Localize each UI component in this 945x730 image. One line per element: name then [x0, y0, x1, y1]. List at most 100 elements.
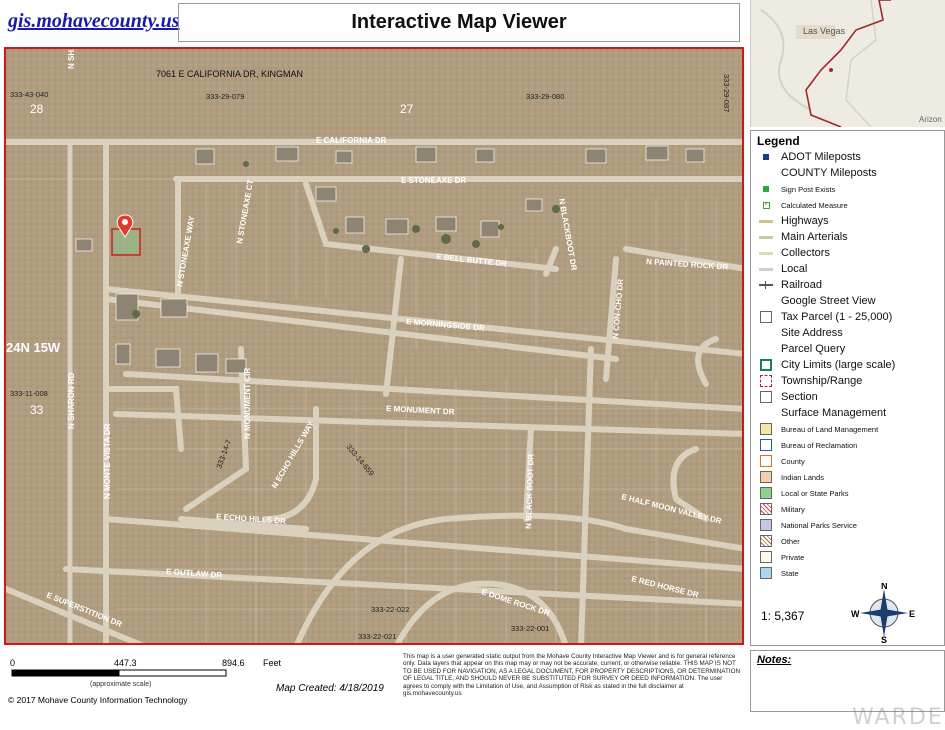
dashed-box-icon — [759, 375, 773, 387]
scale-label-2: 894.6 — [222, 658, 245, 668]
legend-item-label: Site Address — [781, 327, 843, 339]
legend-item-label: Railroad — [781, 279, 822, 291]
swatch-icon — [759, 487, 773, 499]
highway-line-icon — [759, 215, 773, 227]
railroad-line-icon — [759, 279, 773, 291]
swatch-icon — [759, 567, 773, 579]
street-label: E STONEAXE DR — [401, 176, 466, 185]
scale-note: (approximate scale) — [90, 681, 152, 688]
legend-title: Legend — [757, 134, 800, 148]
street-label: N MONTE VISTA DR — [103, 423, 112, 499]
legend-item: Other — [759, 535, 800, 547]
no-symbol — [759, 343, 773, 355]
outline-box-icon — [759, 311, 773, 323]
compass-rose-icon: N S E W — [851, 583, 915, 643]
green-x-square-icon: × — [762, 201, 770, 209]
legend-item: Parcel Query — [759, 343, 845, 355]
parcel-id: 333-29-087 — [722, 74, 731, 112]
legend-item: County — [759, 455, 805, 467]
street-label: N MONUMENT CIR — [243, 368, 252, 439]
legend-item-label: Sign Post Exists — [781, 184, 836, 194]
compass-w: W — [851, 609, 860, 619]
legend-item: Section — [759, 391, 818, 403]
aerial-map-panel[interactable]: 7061 E CALIFORNIA DR, KINGMAN 24N 15W 28… — [4, 47, 744, 645]
swatch-icon — [759, 535, 773, 547]
collector-line-icon — [759, 247, 773, 259]
section-label: 33 — [30, 403, 44, 417]
legend-item: Township/Range — [759, 375, 862, 387]
scale-ratio: 1: 5,367 — [761, 609, 805, 623]
legend-item: Bureau of Land Management — [759, 423, 878, 435]
township-label: 24N 15W — [6, 340, 61, 355]
legend-item: Sign Post Exists — [759, 183, 835, 195]
teal-box-icon — [759, 359, 773, 371]
legend-item-label: State — [781, 568, 799, 578]
compass-s: S — [881, 635, 887, 643]
no-symbol — [759, 295, 773, 307]
legend-item: Private — [759, 551, 804, 563]
legend-item: Bureau of Reclamation — [759, 439, 857, 451]
legend-item: Indian Lands — [759, 471, 824, 483]
legend-item: ADOT Mileposts — [759, 151, 861, 163]
inset-map-graphic: Las Vegas Arizon — [751, 0, 945, 127]
notes-label: Notes: — [757, 654, 792, 666]
scale-label-1: 447.3 — [114, 658, 137, 668]
legend-item-label: National Parks Service — [781, 520, 857, 530]
aerial-map-graphic: 7061 E CALIFORNIA DR, KINGMAN 24N 15W 28… — [6, 49, 742, 643]
arterial-line-icon — [759, 231, 773, 243]
address-label: 7061 E CALIFORNIA DR, KINGMAN — [156, 69, 303, 79]
no-symbol — [759, 407, 773, 419]
legend-item-label: Highways — [781, 215, 829, 227]
legend-item: Google Street View — [759, 295, 876, 307]
green-square-icon — [759, 183, 773, 195]
section-label: 27 — [400, 102, 414, 116]
legend-item-label: Local — [781, 263, 808, 275]
disclaimer-text: This map is a user generated static outp… — [403, 653, 741, 698]
swatch-icon — [759, 423, 773, 435]
swatch-icon — [759, 455, 773, 467]
page-title: Interactive Map Viewer — [178, 3, 740, 42]
legend-item-label: Bureau of Land Management — [781, 424, 879, 434]
legend-item-label: Township/Range — [781, 375, 863, 387]
parcel-id: 333-22-022 — [371, 605, 409, 614]
legend-item: Local — [759, 263, 807, 275]
no-symbol — [759, 327, 773, 339]
parcel-id: 333-22-001 — [511, 624, 549, 633]
legend-item: Site Address — [759, 327, 843, 339]
legend-item: Surface Management — [759, 407, 886, 419]
legend-item-label: Bureau of Reclamation — [781, 440, 858, 450]
parcel-id: 333-29-080 — [526, 92, 564, 101]
local-line-icon — [759, 263, 773, 275]
legend-item-label: Main Arterials — [781, 231, 848, 243]
street-label: N SHARON RD — [67, 372, 76, 429]
legend-item-label: Surface Management — [781, 407, 887, 419]
legend-item-label: ADOT Mileposts — [781, 151, 861, 163]
legend-item-label: Calculated Measure — [781, 200, 848, 210]
inset-locator-map[interactable]: Las Vegas Arizon — [750, 0, 945, 127]
swatch-icon — [759, 471, 773, 483]
legend-item-label: Tax Parcel (1 - 25,000) — [781, 311, 893, 323]
legend-item: City Limits (large scale) — [759, 359, 895, 371]
compass-e: E — [909, 609, 915, 619]
legend-item-label: Local or State Parks — [781, 488, 849, 498]
copyright: © 2017 Mohave County Information Technol… — [8, 695, 188, 705]
legend-item-label: Parcel Query — [781, 343, 846, 355]
legend-item: State — [759, 567, 799, 579]
swatch-icon — [759, 439, 773, 451]
legend-item-label: COUNTY Mileposts — [781, 167, 877, 179]
watermark: WARDEX — [852, 705, 945, 730]
legend-item-label: County — [781, 456, 805, 466]
scale-label-0: 0 — [10, 658, 16, 668]
legend-item-label: Indian Lands — [781, 472, 824, 482]
inset-city-label: Las Vegas — [803, 26, 846, 36]
street-label: N SHARON RD — [67, 49, 76, 69]
legend-item: Military — [759, 503, 805, 515]
swatch-icon — [759, 519, 773, 531]
section-label: 28 — [30, 102, 44, 116]
site-link[interactable]: gis.mohavecounty.us — [8, 10, 180, 33]
legend-item-label: Private — [781, 552, 805, 562]
legend-panel: Legend ADOT Mileposts COUNTY Mileposts Sig… — [750, 130, 945, 646]
swatch-icon — [759, 551, 773, 563]
blue-square-icon — [759, 151, 773, 163]
legend-item: Railroad — [759, 279, 822, 291]
